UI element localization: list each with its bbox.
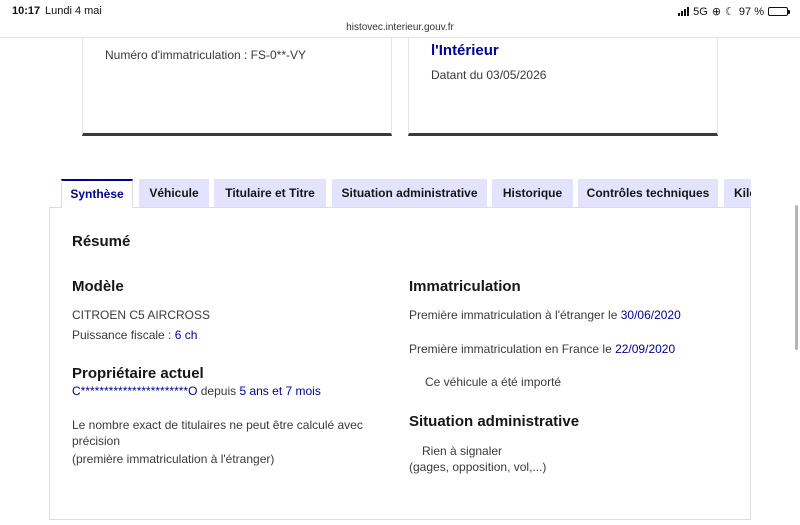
status-indicators: 5G ⊕ ☾ 97 % <box>678 5 790 18</box>
admin-situation-title: Situation administrative <box>409 413 580 430</box>
synthese-panel: Résumé Modèle CITROEN C5 AIRCROSS Puissa… <box>49 207 751 520</box>
ministry-card: l'Intérieur Datant du 03/05/2026 <box>408 38 718 136</box>
owner-name: C***********************O <box>72 384 198 398</box>
signal-icon <box>678 7 690 16</box>
moon-icon: ☾ <box>725 6 735 18</box>
owner-note-line2: précision <box>72 434 121 448</box>
battery-icon <box>768 7 790 16</box>
registration-title: Immatriculation <box>409 278 521 295</box>
tab-synthese[interactable]: Synthèse <box>61 179 133 208</box>
fiscal-power: Puissance fiscale : 6 ch <box>72 327 197 343</box>
owner-since-value: 5 ans et 7 mois <box>239 384 321 398</box>
foreign-registration: Première immatriculation à l'étranger le… <box>409 307 681 323</box>
owner-note-line1: Le nombre exact de titulaires ne peut êt… <box>72 418 363 432</box>
battery-percent: 97 % <box>738 5 764 18</box>
imported-notice: Ce véhicule a été importé <box>425 375 562 389</box>
foreign-registration-date: 30/06/2020 <box>620 308 681 322</box>
tab-situation-administrative[interactable]: Situation administrative <box>332 179 487 208</box>
status-bar: 10:17 Lundi 4 mai 5G ⊕ ☾ 97 % <box>0 0 800 22</box>
tab-titulaire[interactable]: Titulaire et Titre <box>214 179 326 208</box>
address-bar[interactable]: histovec.interieur.gouv.fr <box>0 22 800 33</box>
registration-card: Numéro d'immatriculation : FS-0**-VY <box>82 38 392 136</box>
france-registration: Première immatriculation en France le 22… <box>409 341 675 357</box>
ministry-heading: l'Intérieur <box>431 42 499 59</box>
admin-status-detail: (gages, opposition, vol,...) <box>409 460 547 474</box>
status-date: Lundi 4 mai <box>45 5 102 17</box>
page-scrollbar[interactable] <box>795 205 798 350</box>
model-name: CITROEN C5 AIRCROSS <box>72 308 211 322</box>
status-time: 10:17 <box>12 5 41 17</box>
report-tabs: Synthèse Véhicule Titulaire et Titre Sit… <box>61 179 751 208</box>
owner-line: C***********************O depuis 5 ans e… <box>72 383 321 399</box>
model-title: Modèle <box>72 278 124 295</box>
tab-kilometrage[interactable]: Kilo <box>724 179 751 208</box>
report-date: Datant du 03/05/2026 <box>431 68 547 82</box>
tab-historique[interactable]: Historique <box>492 179 573 208</box>
network-label: 5G <box>693 5 708 18</box>
owner-since-label: depuis <box>197 384 240 398</box>
france-registration-label: Première immatriculation en France le <box>409 342 616 356</box>
location-icon: ⊕ <box>711 6 722 18</box>
fiscal-power-label: Puissance fiscale : <box>72 328 175 342</box>
owner-title: Propriétaire actuel <box>72 365 204 382</box>
tab-vehicule[interactable]: Véhicule <box>139 179 209 208</box>
tab-controles-techniques[interactable]: Contrôles techniques <box>578 179 718 208</box>
admin-status: Rien à signaler <box>422 444 503 458</box>
owner-note-line3: (première immatriculation à l'étranger) <box>72 452 275 466</box>
fiscal-power-value: 6 ch <box>174 328 198 342</box>
france-registration-date: 22/09/2020 <box>615 342 676 356</box>
summary-title: Résumé <box>72 233 131 250</box>
foreign-registration-label: Première immatriculation à l'étranger le <box>409 308 621 322</box>
plate-number: Numéro d'immatriculation : FS-0**-VY <box>105 48 307 62</box>
